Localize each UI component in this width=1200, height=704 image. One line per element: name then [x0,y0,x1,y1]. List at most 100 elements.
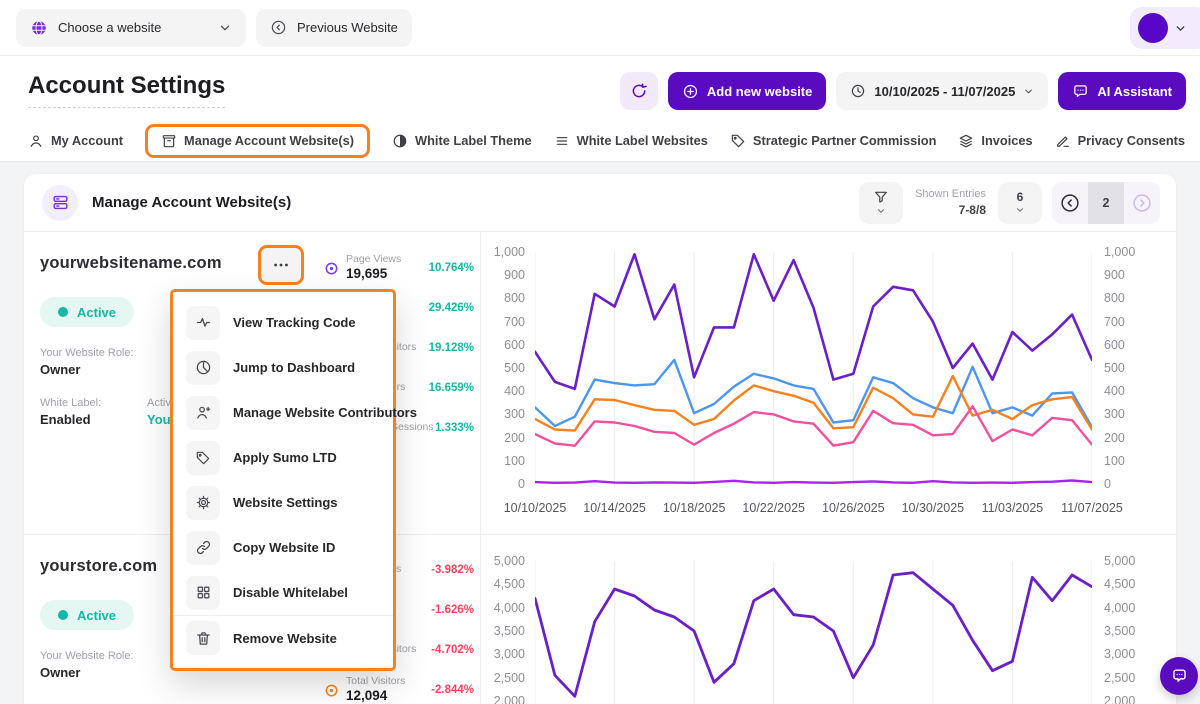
ai-assistant-label: AI Assistant [1097,84,1172,99]
activity-icon [186,306,220,340]
date-range-picker[interactable]: 10/10/2025 - 11/07/2025 [836,72,1048,110]
chevron-down-icon [1174,22,1187,35]
target-icon [324,683,339,698]
add-new-website-button[interactable]: Add new website [668,72,826,110]
database-icon [42,185,78,221]
chart-y-axis-right: 1,0009008007006005004003002001000 [1092,252,1154,488]
stat-row: Page Views 19,695 10.764% [324,248,474,288]
menu-item-label: Disable Whitelabel [233,585,348,600]
menu-item[interactable]: Website Settings [173,480,393,525]
refresh-icon [630,82,648,100]
pie-icon [186,351,220,385]
plus-circle-icon [682,83,699,100]
chat-icon [1072,83,1089,100]
tab[interactable]: White Label Theme [392,126,532,156]
website-role: Your Website Role: Owner [40,650,147,680]
card-title: Manage Account Website(s) [92,194,291,211]
header-actions: Add new website 10/10/2025 - 11/07/2025 … [620,72,1186,110]
trash-icon [186,621,220,655]
chart-y-axis-left: 1,0009008007006005004003002001000 [481,252,535,488]
arrow-left-circle-icon [1059,192,1081,214]
stat-change: 1.333% [435,422,474,434]
page-title: Account Settings [28,72,225,108]
user-plus-icon [186,396,220,430]
chevron-down-icon [218,21,232,35]
line-chart [535,252,1092,488]
choose-website-dropdown[interactable]: Choose a website [16,9,246,47]
avatar [1138,13,1168,43]
menu-item-label: Manage Website Contributors [233,405,417,420]
stat-change: 16.659% [429,382,474,394]
menu-item-label: Website Settings [233,495,338,510]
line-chart [535,561,1092,704]
website-more-button[interactable] [258,245,304,285]
menu-item[interactable]: Apply Sumo LTD [173,435,393,480]
previous-website-button[interactable]: Previous Website [256,9,412,47]
clock-icon [850,83,866,99]
stat-change: -1.626% [431,604,474,616]
website-chart: 5,0004,5004,0003,5003,0002,5002,000 5,00… [481,535,1176,704]
stat-change: 29.426% [429,302,474,314]
stat-change: 19.128% [429,342,474,354]
page-size-select[interactable]: 6 [998,182,1042,224]
stat-change: 10.764% [429,262,474,274]
menu-item-label: Apply Sumo LTD [233,450,337,465]
chevron-down-icon [1023,86,1034,97]
tab-label: White Label Websites [577,133,708,148]
ai-assistant-button[interactable]: AI Assistant [1058,72,1186,110]
more-dots-icon [271,255,291,275]
tab-label: Privacy Consents [1078,133,1185,148]
layers-icon [958,133,974,149]
arrow-right-circle-icon [1131,192,1153,214]
tab[interactable]: Strategic Partner Commission [730,126,936,156]
status-dot-icon [58,610,68,620]
menu-item[interactable]: Disable Whitelabel [173,570,393,615]
tab[interactable]: Manage Account Website(s) [145,124,370,158]
menu-item-label: View Tracking Code [233,315,356,330]
menu-item-label: Copy Website ID [233,540,335,555]
tag-icon [186,441,220,475]
shown-entries-label: Shown Entries [915,187,986,202]
tag-icon [730,133,746,149]
menu-item[interactable]: Jump to Dashboard [173,345,393,390]
shown-entries: Shown Entries 7-8/8 [915,187,986,218]
current-page-indicator[interactable]: 2 [1088,182,1124,224]
tab[interactable]: Invoices [958,126,1032,156]
chart-y-axis-right: 5,0004,5004,0003,5003,0002,5002,000 [1092,561,1154,704]
chevron-down-icon [876,206,886,216]
menu-item[interactable]: Copy Website ID [173,525,393,570]
tab-label: Manage Account Website(s) [184,133,354,148]
lines-icon [554,133,570,149]
tab[interactable]: White Label Websites [554,126,708,156]
tab-label: White Label Theme [415,133,532,148]
stat-change: -2.844% [431,684,474,696]
user-icon [28,133,44,149]
menu-item[interactable]: Remove Website [173,615,393,660]
tab-bar: My Account Manage Account Website(s) Whi… [0,120,1200,162]
previous-website-label: Previous Website [297,20,398,35]
menu-item[interactable]: Manage Website Contributors [173,390,393,435]
gear-icon [186,486,220,520]
funnel-icon [873,189,889,205]
box-icon [161,133,177,149]
tab[interactable]: My Account [28,126,123,156]
account-menu[interactable] [1130,7,1200,49]
target-icon [324,261,339,276]
chat-icon [1170,667,1189,686]
page-size-value: 6 [1017,190,1024,204]
filter-button[interactable] [859,182,903,224]
chevron-down-icon [1015,205,1025,215]
menu-item[interactable]: View Tracking Code [173,300,393,345]
shown-entries-value: 7-8/8 [915,202,986,218]
refresh-button[interactable] [620,72,658,110]
chat-widget-button[interactable] [1160,657,1198,695]
tab-label: My Account [51,133,123,148]
status-dot-icon [58,307,68,317]
topbar: Choose a website Previous Website [0,0,1200,56]
card-header: Manage Account Website(s) Shown Entries … [24,174,1176,232]
tab[interactable]: Privacy Consents [1055,126,1185,156]
stat-change: -4.702% [431,644,474,656]
stat-row: Total Visitors 12,094 -2.844% [324,670,474,704]
previous-page-button[interactable] [1052,182,1088,224]
stat-change: -3.982% [431,564,474,576]
